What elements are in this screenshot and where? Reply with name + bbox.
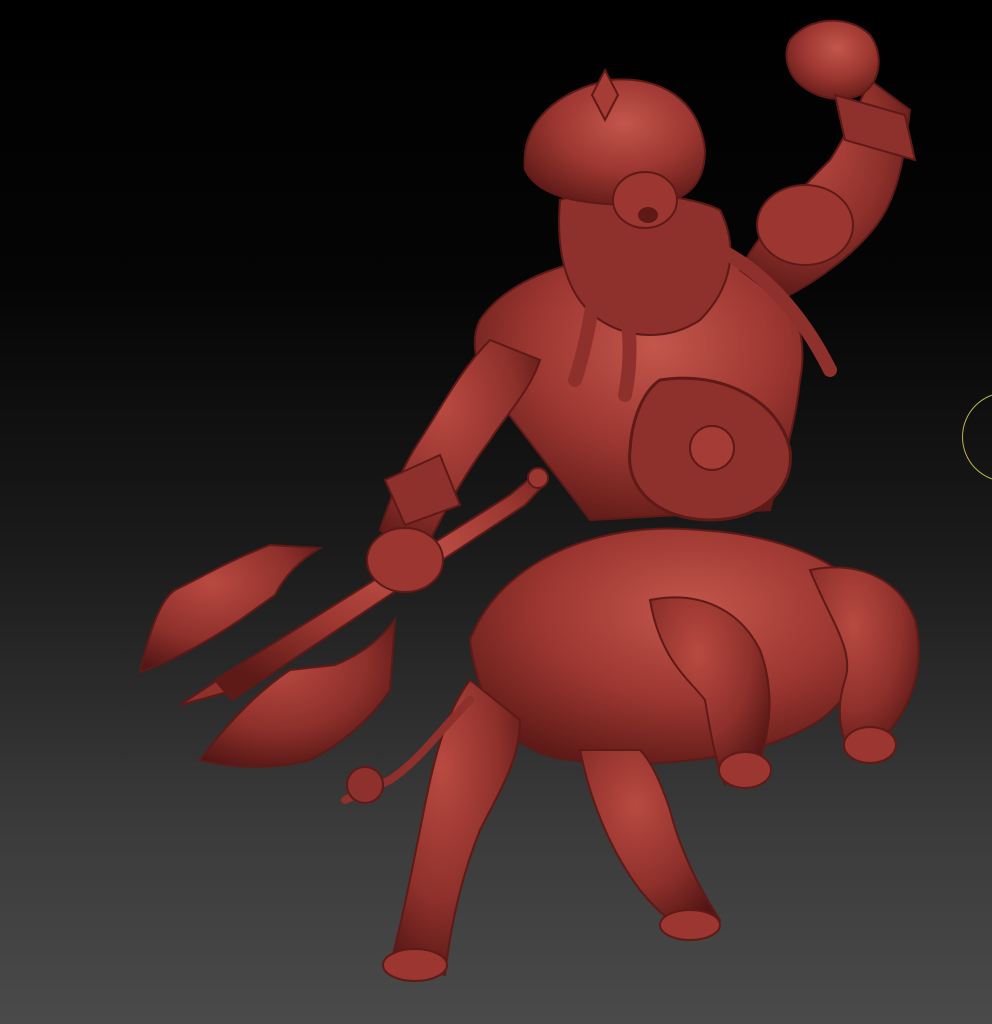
belt-disc-center [689, 425, 735, 471]
fist-right [785, 19, 880, 100]
hoof-left [382, 948, 448, 982]
hoof-front-right [843, 726, 897, 764]
hoof-front-left [718, 751, 772, 789]
sculpt-viewport[interactable] [0, 0, 992, 1024]
hind-leg-left [388, 678, 522, 977]
hoof-right [659, 909, 721, 941]
fist-left [366, 527, 444, 593]
bicep-right [756, 184, 854, 266]
axe-pommel [527, 467, 549, 489]
model-canvas[interactable] [0, 0, 992, 1024]
tail-tuft [346, 766, 384, 804]
horse-body [341, 527, 920, 982]
braid-mid [618, 293, 637, 402]
hind-leg-right [578, 749, 722, 937]
open-mouth [638, 207, 658, 223]
